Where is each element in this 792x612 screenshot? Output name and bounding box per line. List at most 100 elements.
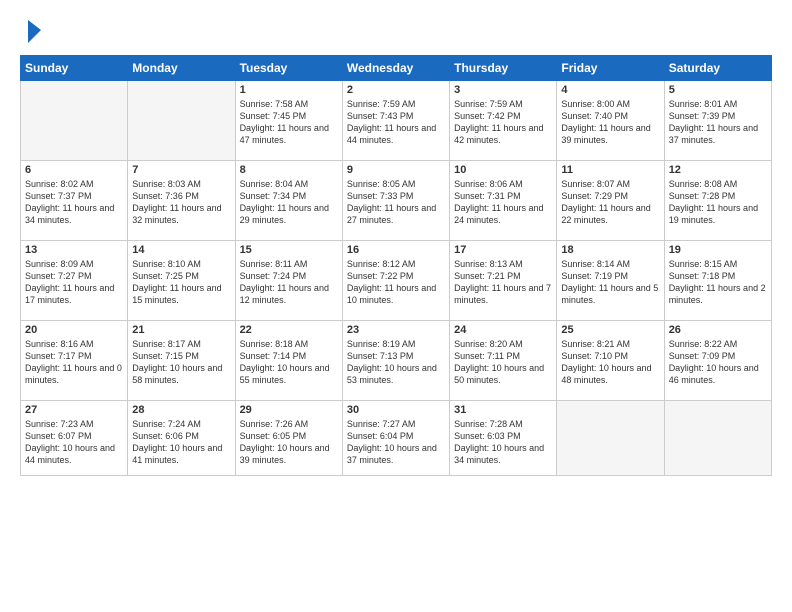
day-number: 11 [561, 164, 659, 176]
day-info: Sunrise: 7:58 AM Sunset: 7:45 PM Dayligh… [240, 98, 338, 147]
calendar-cell: 31 Sunrise: 7:28 AM Sunset: 6:03 PM Dayli… [450, 401, 557, 476]
day-number: 14 [132, 244, 230, 256]
day-info: Sunrise: 7:27 AM Sunset: 6:04 PM Dayligh… [347, 418, 445, 467]
calendar-cell: 9 Sunrise: 8:05 AM Sunset: 7:33 PM Daylig… [342, 161, 449, 241]
day-number: 26 [669, 324, 767, 336]
calendar-cell: 13Sunrise: 8:09 AM Sunset: 7:27 PM Dayli… [21, 241, 128, 321]
header [20, 15, 772, 45]
weekday-tuesday: Tuesday [235, 56, 342, 81]
day-info: Sunrise: 8:05 AM Sunset: 7:33 PM Dayligh… [347, 178, 445, 227]
day-number: 3 [454, 84, 552, 96]
day-number: 12 [669, 164, 767, 176]
calendar-cell: 21 Sunrise: 8:17 AM Sunset: 7:15 PM Dayli… [128, 321, 235, 401]
day-info: Sunrise: 8:06 AM Sunset: 7:31 PM Dayligh… [454, 178, 552, 227]
logo [20, 15, 43, 45]
calendar-cell: 12 Sunrise: 8:08 AM Sunset: 7:28 PM Dayli… [664, 161, 771, 241]
day-info: Sunrise: 8:17 AM Sunset: 7:15 PM Dayligh… [132, 338, 230, 387]
day-number: 21 [132, 324, 230, 336]
day-info: Sunrise: 7:26 AM Sunset: 6:05 PM Dayligh… [240, 418, 338, 467]
day-number: 22 [240, 324, 338, 336]
calendar-cell: 25 Sunrise: 8:21 AM Sunset: 7:10 PM Dayli… [557, 321, 664, 401]
calendar-cell: 7Sunrise: 8:03 AM Sunset: 7:36 PM Daylig… [128, 161, 235, 241]
day-number: 28 [132, 404, 230, 416]
day-info: Sunrise: 8:00 AM Sunset: 7:40 PM Dayligh… [561, 98, 659, 147]
day-number: 6 [25, 164, 123, 176]
day-info: Sunrise: 8:20 AM Sunset: 7:11 PM Dayligh… [454, 338, 552, 387]
calendar-cell: 5 Sunrise: 8:01 AM Sunset: 7:39 PM Daylig… [664, 81, 771, 161]
week-row-4: 20 Sunrise: 8:16 AM Sunset: 7:17 PM Dayli… [21, 321, 772, 401]
weekday-saturday: Saturday [664, 56, 771, 81]
day-info: Sunrise: 8:11 AM Sunset: 7:24 PM Dayligh… [240, 258, 338, 307]
calendar-cell: 17Sunrise: 8:13 AM Sunset: 7:21 PM Dayli… [450, 241, 557, 321]
week-row-3: 13Sunrise: 8:09 AM Sunset: 7:27 PM Dayli… [21, 241, 772, 321]
day-info: Sunrise: 8:16 AM Sunset: 7:17 PM Dayligh… [25, 338, 123, 387]
day-number: 29 [240, 404, 338, 416]
day-number: 27 [25, 404, 123, 416]
day-info: Sunrise: 8:08 AM Sunset: 7:28 PM Dayligh… [669, 178, 767, 227]
day-number: 25 [561, 324, 659, 336]
day-number: 1 [240, 84, 338, 96]
calendar-cell: 14Sunrise: 8:10 AM Sunset: 7:25 PM Dayli… [128, 241, 235, 321]
day-info: Sunrise: 8:18 AM Sunset: 7:14 PM Dayligh… [240, 338, 338, 387]
day-number: 10 [454, 164, 552, 176]
day-number: 20 [25, 324, 123, 336]
day-number: 19 [669, 244, 767, 256]
day-number: 5 [669, 84, 767, 96]
day-info: Sunrise: 8:12 AM Sunset: 7:22 PM Dayligh… [347, 258, 445, 307]
calendar-cell: 20 Sunrise: 8:16 AM Sunset: 7:17 PM Dayli… [21, 321, 128, 401]
calendar-cell: 30 Sunrise: 7:27 AM Sunset: 6:04 PM Dayli… [342, 401, 449, 476]
weekday-sunday: Sunday [21, 56, 128, 81]
calendar-cell: 15 Sunrise: 8:11 AM Sunset: 7:24 PM Dayli… [235, 241, 342, 321]
calendar-cell: 28Sunrise: 7:24 AM Sunset: 6:06 PM Dayli… [128, 401, 235, 476]
week-row-5: 27 Sunrise: 7:23 AM Sunset: 6:07 PM Dayli… [21, 401, 772, 476]
calendar-cell: 16 Sunrise: 8:12 AM Sunset: 7:22 PM Dayli… [342, 241, 449, 321]
day-info: Sunrise: 8:03 AM Sunset: 7:36 PM Dayligh… [132, 178, 230, 227]
calendar-cell: 29 Sunrise: 7:26 AM Sunset: 6:05 PM Dayli… [235, 401, 342, 476]
calendar-cell [664, 401, 771, 476]
day-number: 4 [561, 84, 659, 96]
calendar-cell: 10 Sunrise: 8:06 AM Sunset: 7:31 PM Dayli… [450, 161, 557, 241]
day-number: 9 [347, 164, 445, 176]
weekday-thursday: Thursday [450, 56, 557, 81]
day-number: 17 [454, 244, 552, 256]
day-number: 23 [347, 324, 445, 336]
day-info: Sunrise: 8:21 AM Sunset: 7:10 PM Dayligh… [561, 338, 659, 387]
day-info: Sunrise: 7:59 AM Sunset: 7:42 PM Dayligh… [454, 98, 552, 147]
calendar-cell: 2 Sunrise: 7:59 AM Sunset: 7:43 PM Daylig… [342, 81, 449, 161]
calendar-table: SundayMondayTuesdayWednesdayThursdayFrid… [20, 55, 772, 476]
day-number: 31 [454, 404, 552, 416]
weekday-friday: Friday [557, 56, 664, 81]
day-info: Sunrise: 8:14 AM Sunset: 7:19 PM Dayligh… [561, 258, 659, 307]
day-info: Sunrise: 8:01 AM Sunset: 7:39 PM Dayligh… [669, 98, 767, 147]
day-info: Sunrise: 7:59 AM Sunset: 7:43 PM Dayligh… [347, 98, 445, 147]
calendar-cell: 4 Sunrise: 8:00 AM Sunset: 7:40 PM Daylig… [557, 81, 664, 161]
day-info: Sunrise: 8:04 AM Sunset: 7:34 PM Dayligh… [240, 178, 338, 227]
day-number: 15 [240, 244, 338, 256]
calendar-cell: 22 Sunrise: 8:18 AM Sunset: 7:14 PM Dayli… [235, 321, 342, 401]
calendar-cell: 8Sunrise: 8:04 AM Sunset: 7:34 PM Daylig… [235, 161, 342, 241]
page: SundayMondayTuesdayWednesdayThursdayFrid… [0, 0, 792, 612]
calendar-cell: 23 Sunrise: 8:19 AM Sunset: 7:13 PM Dayli… [342, 321, 449, 401]
calendar-cell [557, 401, 664, 476]
week-row-2: 6Sunrise: 8:02 AM Sunset: 7:37 PM Daylig… [21, 161, 772, 241]
day-info: Sunrise: 7:28 AM Sunset: 6:03 PM Dayligh… [454, 418, 552, 467]
calendar-cell: 26 Sunrise: 8:22 AM Sunset: 7:09 PM Dayli… [664, 321, 771, 401]
calendar-cell [128, 81, 235, 161]
calendar-cell: 19Sunrise: 8:15 AM Sunset: 7:18 PM Dayli… [664, 241, 771, 321]
calendar-cell: 27 Sunrise: 7:23 AM Sunset: 6:07 PM Dayli… [21, 401, 128, 476]
day-number: 30 [347, 404, 445, 416]
calendar-cell: 1 Sunrise: 7:58 AM Sunset: 7:45 PM Daylig… [235, 81, 342, 161]
calendar-cell: 18 Sunrise: 8:14 AM Sunset: 7:19 PM Dayli… [557, 241, 664, 321]
day-info: Sunrise: 8:09 AM Sunset: 7:27 PM Dayligh… [25, 258, 123, 307]
calendar-cell: 3 Sunrise: 7:59 AM Sunset: 7:42 PM Daylig… [450, 81, 557, 161]
day-number: 2 [347, 84, 445, 96]
day-info: Sunrise: 8:22 AM Sunset: 7:09 PM Dayligh… [669, 338, 767, 387]
day-number: 18 [561, 244, 659, 256]
day-info: Sunrise: 8:07 AM Sunset: 7:29 PM Dayligh… [561, 178, 659, 227]
week-row-1: 1 Sunrise: 7:58 AM Sunset: 7:45 PM Daylig… [21, 81, 772, 161]
day-info: Sunrise: 7:23 AM Sunset: 6:07 PM Dayligh… [25, 418, 123, 467]
day-info: Sunrise: 8:19 AM Sunset: 7:13 PM Dayligh… [347, 338, 445, 387]
calendar-cell: 6Sunrise: 8:02 AM Sunset: 7:37 PM Daylig… [21, 161, 128, 241]
calendar-cell: 24Sunrise: 8:20 AM Sunset: 7:11 PM Dayli… [450, 321, 557, 401]
day-number: 16 [347, 244, 445, 256]
